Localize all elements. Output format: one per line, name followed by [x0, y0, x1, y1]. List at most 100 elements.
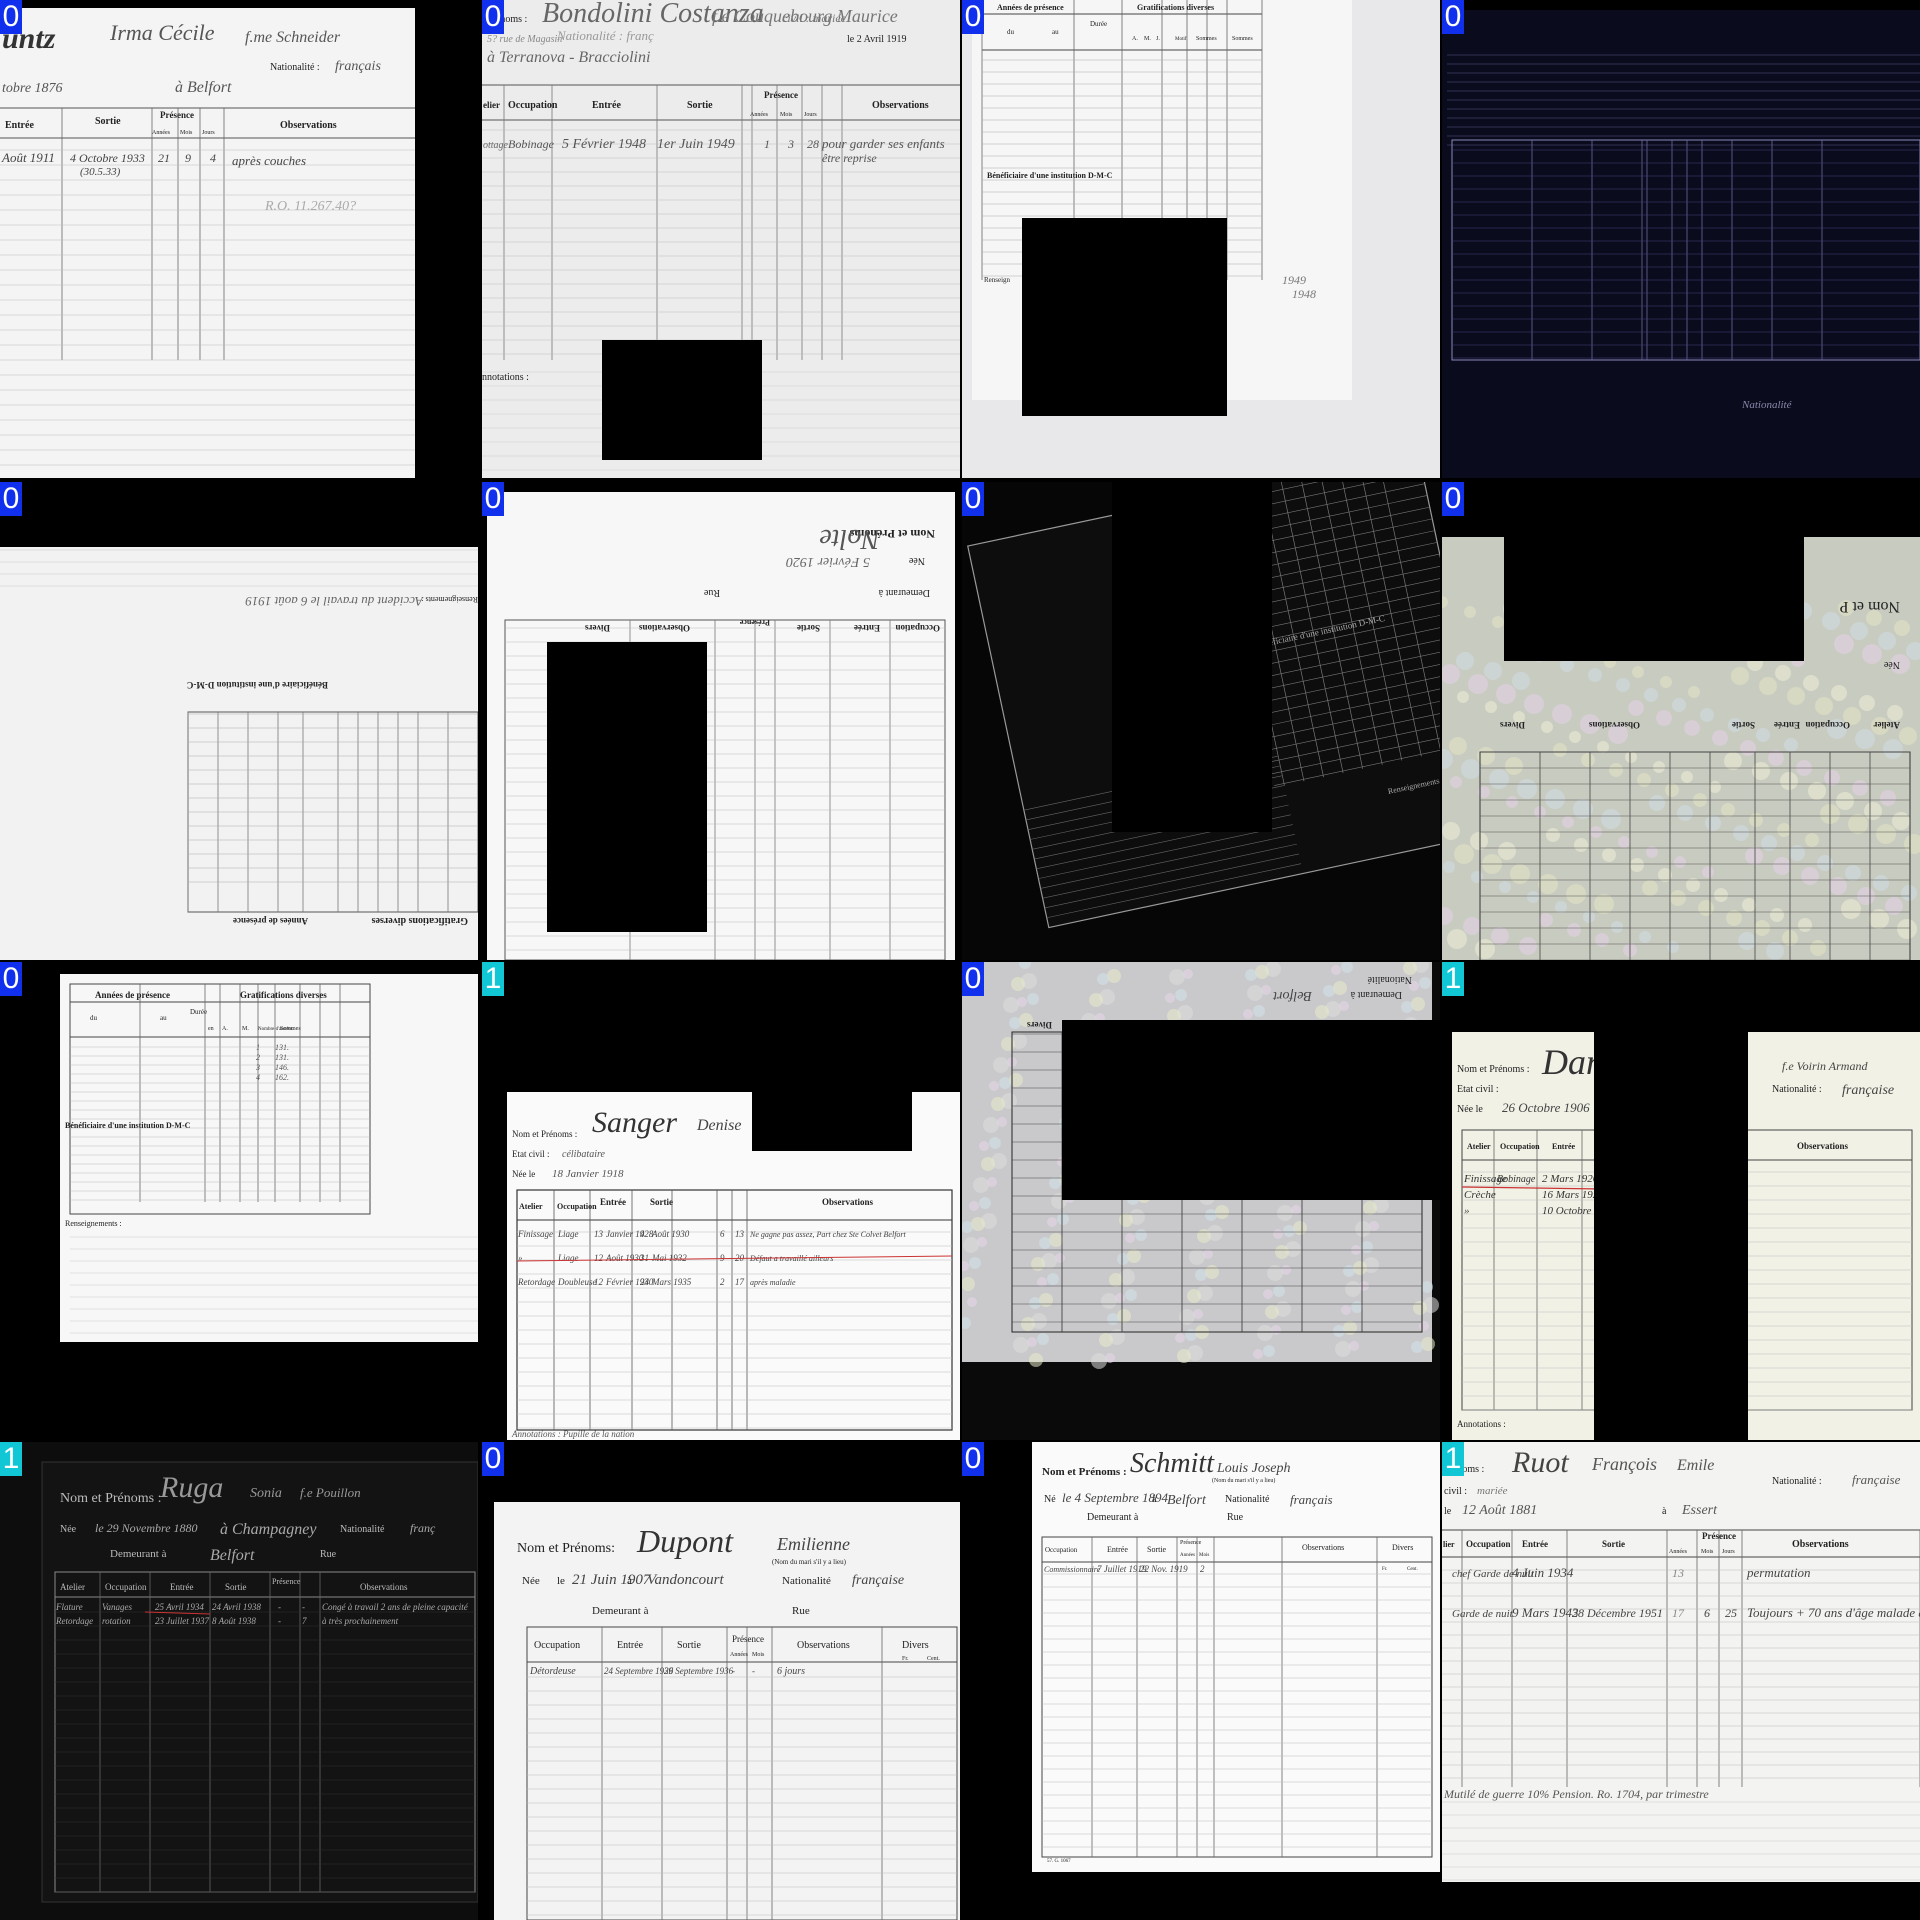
card-text: 6 jours: [777, 1666, 805, 1677]
card-text: Garde de nuit: [1452, 1608, 1514, 1620]
card-text: lier: [1443, 1540, 1455, 1549]
card-text: Sommes: [280, 1026, 301, 1032]
card-text: Rue: [1227, 1512, 1244, 1523]
card-text: Entrée: [617, 1640, 644, 1651]
card-text: ottage: [483, 140, 509, 151]
card-text: 17: [735, 1277, 745, 1287]
card-text: française: [1842, 1083, 1894, 1098]
card-text: Sommes: [1232, 36, 1253, 42]
card-text: Nationalité: [1367, 974, 1412, 985]
card-text: Née: [908, 555, 925, 566]
card-text: Renseign: [984, 276, 1011, 284]
image-grid: 0 untz Irma Cécile f.me Schneider Nationalit…: [0, 0, 1920, 1920]
card-text: 24: [640, 1277, 650, 1287]
tile-fragment-flipped-gratifications: 0 Gratifications diverses Années de présen…: [0, 482, 478, 960]
document-scan: Nom et Prénoms :Ruga Sonia f.e Pouillon Née…: [0, 1442, 478, 1920]
card-text: Congé à travail 2 ans de pleine capacité: [322, 1602, 469, 1612]
card-text: Rue: [703, 587, 720, 598]
label-badge: 1: [1442, 962, 1464, 996]
card-text: à: [1152, 1494, 1157, 1505]
card-text: 24 Avril 1938: [212, 1602, 261, 1612]
card-text: Retordage: [517, 1277, 555, 1287]
label-badge: 0: [962, 1442, 984, 1476]
card-text: Entrée: [5, 120, 34, 131]
card-text: Emile: [1676, 1457, 1714, 1474]
tile-fragment-bondolini: 0 Prénoms : Bondolini Costanza f.e Couquebo…: [482, 0, 960, 478]
card-text: Observations: [360, 1582, 408, 1592]
card-text: le: [557, 1575, 565, 1587]
card-text: Années: [1180, 1553, 1195, 1558]
card-text: Divers: [1392, 1543, 1413, 1552]
card-text: Entrée: [592, 100, 621, 111]
card-text: 1948: [1292, 287, 1316, 301]
card-text: Nationalité : franç: [556, 28, 654, 43]
card-text: française: [852, 1573, 904, 1588]
card-text: Renseignements :: [65, 1219, 122, 1228]
card-text: le: [1444, 1506, 1452, 1517]
card-text: mariée: [1477, 1485, 1508, 1497]
card-text: Nationalité: [1741, 399, 1793, 411]
card-text: 8 Août 1938: [212, 1616, 256, 1626]
card-text: à: [627, 1575, 632, 1587]
card-text: (Nom du mari s'il y a lieu): [1212, 1477, 1275, 1484]
label-badge: 0: [1442, 0, 1464, 34]
tile-fragment-flipped-nom: 0 Nom et Prénoms Nolte Née 5 Février 1920 Dem…: [482, 482, 960, 960]
card-text: Bénéficiaire d'une institution D-M-C: [987, 171, 1113, 180]
card-text: Occupation: [1466, 1539, 1511, 1549]
card-text: Présence: [764, 90, 798, 100]
card-text: après maladie: [750, 1278, 796, 1287]
card-text: Divers: [902, 1640, 929, 1651]
card-text: 3: [255, 1063, 260, 1072]
document-scan: Prénoms : Bondolini Costanzaf.e Couquebou…: [482, 0, 960, 478]
tile-card-schmitt: 0 Nom et Prénoms : Schmitt Louis Joseph (Nom…: [962, 1442, 1440, 1920]
card-text: 2: [256, 1053, 260, 1062]
card-text: 1: [764, 137, 770, 151]
card-text: Nationalité: [782, 1575, 831, 1587]
card-text: Années de présence: [95, 990, 170, 1000]
card-text: Annotations : Pupille de la nation: [511, 1429, 635, 1439]
tile-card-dupont: 0 Nom et Prénoms: Dupont Emilienne (Nom du m…: [482, 1442, 960, 1920]
card-text: Nationalité: [340, 1524, 385, 1535]
card-text: 26 Octobre 1906: [1502, 1100, 1590, 1115]
card-text: 13: [1672, 1566, 1684, 1580]
card-text: J.: [1156, 36, 1160, 42]
label-badge: 0: [962, 482, 984, 516]
card-text: 22 Nov. 1919: [1140, 1564, 1188, 1574]
label-badge: 1: [1442, 1442, 1464, 1476]
card-text: Janvier 1928: [606, 1229, 654, 1239]
card-text: M.: [242, 1026, 249, 1032]
card-text: Durée: [190, 1008, 207, 1016]
card-text: Sanger: [592, 1106, 677, 1139]
card-text: pour garder ses enfants: [821, 136, 945, 151]
card-text: du: [1007, 28, 1015, 36]
label-badge: 1: [482, 962, 504, 996]
card-text: 6: [720, 1229, 725, 1239]
card-text: Demeurant à: [110, 1548, 167, 1560]
card-text: Août 1930: [651, 1229, 690, 1239]
card-text: Entrée: [1774, 720, 1800, 730]
card-text: à Terranova - Bracciolini: [487, 49, 650, 66]
card-text: Bobinage: [508, 137, 555, 151]
card-text: Mois: [1701, 1549, 1714, 1555]
card-text: -: [752, 1666, 755, 1676]
card-text: Etat civil :: [512, 1149, 550, 1159]
card-text: Observations: [797, 1640, 850, 1651]
card-text: Retordage: [55, 1616, 93, 1626]
tile-fragment-untz: 0 untz Irma Cécile f.me Schneider Nationalit…: [0, 0, 478, 478]
card-text: 4: [640, 1229, 645, 1239]
card-text: Gratifications diverses: [240, 990, 327, 1000]
card-text: français: [1290, 1492, 1333, 1507]
document-scan: Divers Nationalité Demeurant à Belfort: [962, 962, 1440, 1440]
document-scan: Années de présence Gratifications diverse…: [962, 0, 1440, 478]
card-text: Nom et P: [1839, 598, 1900, 615]
card-text: Entrée: [1552, 1142, 1576, 1151]
card-text: Accident du travail le 6 août 1919: [245, 594, 424, 609]
document-scan: Nom et Prénoms : Schmitt Louis Joseph(Nom …: [962, 1442, 1440, 1920]
card-text: 25: [1725, 1606, 1737, 1620]
card-text: Bénéficiaire d'une institution D-M-C: [187, 680, 328, 690]
card-text: civil : mariée: [782, 11, 847, 25]
label-badge: 0: [482, 482, 504, 516]
card-text: 17: [1672, 1606, 1685, 1620]
card-text: 162.: [275, 1073, 289, 1082]
card-text: 4: [256, 1073, 260, 1082]
